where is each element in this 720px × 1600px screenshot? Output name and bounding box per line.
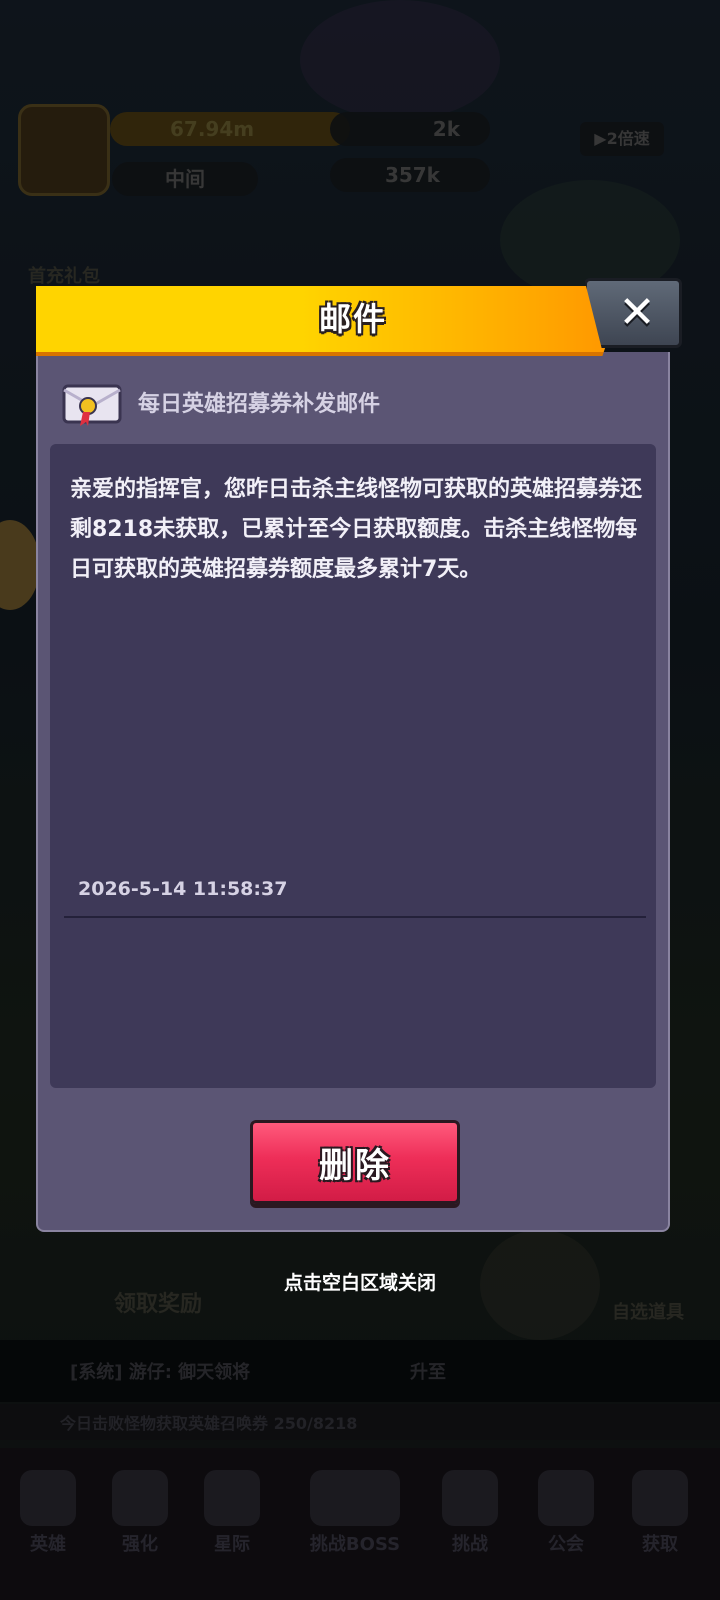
delete-button[interactable]: 删除 [250, 1120, 460, 1204]
mail-date: 2026-5-14 11:58:37 [78, 878, 288, 900]
divider [64, 916, 646, 918]
close-hint: 点击空白区域关闭 [283, 1272, 436, 1294]
mail-content: 亲爱的指挥官，您昨日击杀主线怪物可获取的英雄招募券还剩8218未获取，已累计至今… [70, 477, 643, 582]
dialog-title: 邮件 [318, 300, 387, 338]
mail-content-box: 亲爱的指挥官，您昨日击杀主线怪物可获取的英雄招募券还剩8218未获取，已累计至今… [50, 444, 656, 1088]
mail-dialog: 每日英雄招募券补发邮件 亲爱的指挥官，您昨日击杀主线怪物可获取的英雄招募券还剩8… [36, 278, 682, 1232]
envelope-icon [62, 384, 122, 426]
mail-body-panel: 每日英雄招募券补发邮件 亲爱的指挥官，您昨日击杀主线怪物可获取的英雄招募券还剩8… [36, 352, 670, 1232]
close-icon: ✕ [618, 287, 656, 338]
mail-subject: 每日英雄招募券补发邮件 [138, 392, 381, 417]
delete-label: 删除 [319, 1145, 391, 1186]
